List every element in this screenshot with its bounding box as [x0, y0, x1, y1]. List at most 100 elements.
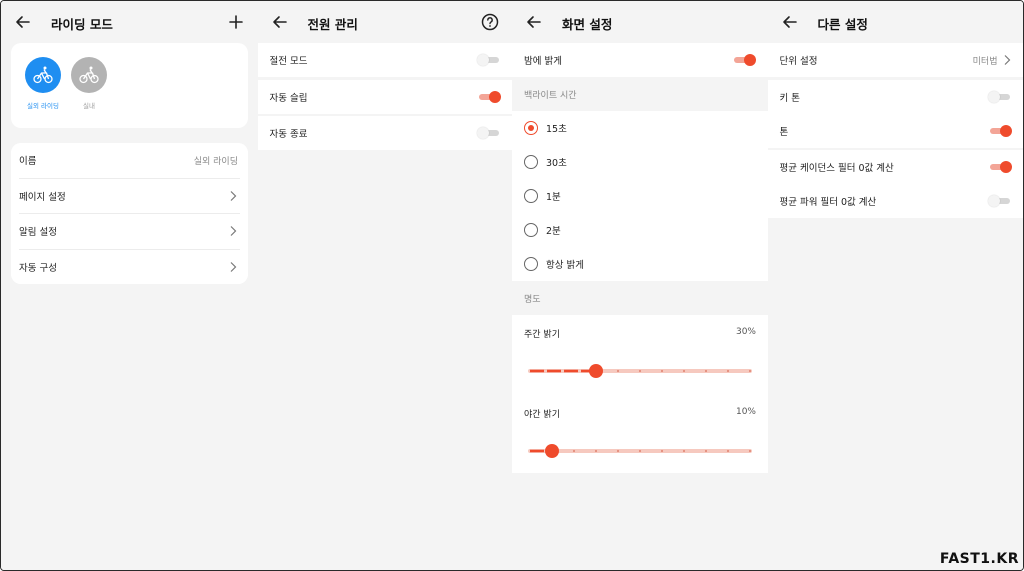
row-label: 키 톤 [779, 93, 801, 104]
radio-option[interactable]: 15초 [512, 111, 768, 145]
key-tone-toggle[interactable] [987, 91, 1012, 103]
back-arrow-icon[interactable] [13, 12, 33, 32]
slider-tick [748, 369, 752, 373]
row-label: 자동 종료 [269, 129, 308, 140]
radio-option[interactable]: 2분 [512, 213, 768, 247]
slider-tick [726, 369, 730, 373]
option-label: 1분 [546, 192, 561, 203]
slider-thumb[interactable] [545, 444, 559, 458]
night-brightness: 야간 밝기 10% [512, 395, 768, 475]
auto-shutdown-toggle[interactable] [476, 127, 501, 139]
option-label: 2분 [546, 226, 561, 237]
filter-group: 평균 케이던스 필터 0값 계산 평균 파워 필터 0값 계산 [767, 150, 1023, 218]
row-label: 알림 설정 [19, 227, 57, 239]
slider-tick [638, 449, 642, 453]
header: 전원 관리 [257, 1, 512, 43]
slider-tick [660, 449, 664, 453]
chevron-right-icon [230, 261, 237, 272]
header: 다른 설정 [767, 1, 1023, 43]
slider-value: 10% [735, 407, 756, 417]
night-bright-toggle[interactable] [732, 54, 756, 66]
night-bright-row[interactable]: 밤에 밝게 [512, 43, 768, 77]
bike-icon [71, 57, 107, 93]
radio-option[interactable]: 1분 [512, 179, 768, 213]
mode-selector-card: 실외 라이딩 실내 [11, 43, 248, 128]
auto-shutdown-row[interactable]: 자동 종료 [257, 116, 512, 150]
slider-tick [660, 369, 664, 373]
help-icon[interactable] [480, 12, 500, 32]
slider-thumb[interactable] [589, 364, 603, 378]
row-label: 자동 슬립 [269, 93, 308, 104]
row-value: 실외 라이딩 [193, 156, 238, 167]
row-label: 밤에 밝게 [524, 56, 562, 67]
row-label: 자동 구성 [19, 262, 57, 274]
row-label: 평균 케이던스 필터 0값 계산 [779, 163, 894, 174]
page-title: 전원 관리 [307, 17, 358, 32]
power-panel: 전원 관리 절전 모드 자동 슬립 자동 종료 [257, 1, 512, 570]
mode-outdoor[interactable]: 실외 라이딩 [23, 57, 63, 110]
app-window: 라이딩 모드 실외 라이딩 실내 이름 실외 라이딩 페이지 설정 알림 설정 … [0, 0, 1024, 571]
radio-option[interactable]: 항상 밝게 [512, 247, 768, 281]
back-arrow-icon[interactable] [780, 12, 800, 32]
slider-tick [572, 449, 576, 453]
watermark: FAST1.KR [939, 551, 1019, 567]
brightness-card: 주간 밝기 30% 야간 밝기 10% [512, 315, 768, 473]
auto-sleep-row[interactable]: 자동 슬립 [257, 80, 512, 114]
add-icon[interactable] [226, 12, 246, 32]
option-label: 항상 밝게 [546, 260, 584, 271]
power-saving-row[interactable]: 절전 모드 [257, 43, 512, 77]
auto-sleep-toggle[interactable] [477, 91, 501, 103]
radio-button[interactable] [524, 155, 538, 169]
slider-tick [616, 369, 620, 373]
slider-tick [704, 369, 708, 373]
row-label: 이름 [19, 156, 37, 168]
chevron-right-icon [230, 190, 237, 201]
slider-tick [682, 369, 686, 373]
day-brightness-slider[interactable] [524, 361, 756, 381]
tone-row[interactable]: 톤 [767, 114, 1023, 148]
mode-indoor[interactable]: 실내 [69, 57, 109, 110]
power-filter-row[interactable]: 평균 파워 필터 0값 계산 [767, 184, 1023, 218]
cadence-filter-toggle[interactable] [988, 161, 1012, 173]
radio-button[interactable] [524, 223, 538, 237]
radio-button[interactable] [524, 189, 538, 203]
option-label: 30초 [546, 158, 567, 169]
slider-tick [748, 449, 752, 453]
day-brightness: 주간 밝기 30% [512, 315, 768, 395]
slider-tick [726, 449, 730, 453]
riding-mode-panel: 라이딩 모드 실외 라이딩 실내 이름 실외 라이딩 페이지 설정 알림 설정 … [1, 1, 258, 570]
key-tone-row[interactable]: 키 톤 [767, 80, 1023, 114]
back-arrow-icon[interactable] [524, 12, 544, 32]
header: 라이딩 모드 [1, 1, 258, 43]
alert-settings-row[interactable]: 알림 설정 [11, 214, 248, 249]
auto-config-row[interactable]: 자동 구성 [11, 249, 248, 284]
slider-label: 야간 밝기 [524, 410, 560, 420]
back-arrow-icon[interactable] [270, 12, 290, 32]
section-header: 명도 [524, 294, 541, 305]
radio-button[interactable] [524, 121, 538, 135]
cadence-filter-row[interactable]: 평균 케이던스 필터 0값 계산 [767, 150, 1023, 184]
row-label: 절전 모드 [269, 56, 308, 67]
power-saving-toggle[interactable] [476, 54, 501, 66]
power-filter-toggle[interactable] [987, 195, 1012, 207]
slider-tick [594, 449, 598, 453]
other-settings-panel: 다른 설정 단위 설정 미터법 키 톤 톤 평균 케이던스 필터 0값 계산 평… [767, 1, 1023, 570]
page-title: 화면 설정 [562, 17, 613, 32]
page-settings-row[interactable]: 페이지 설정 [11, 178, 248, 213]
section-header: 백라이트 시간 [524, 90, 577, 101]
night-brightness-slider[interactable] [524, 441, 756, 461]
unit-row[interactable]: 단위 설정 미터법 [767, 43, 1023, 77]
tone-toggle[interactable] [988, 125, 1012, 137]
page-title: 라이딩 모드 [51, 17, 113, 32]
page-title: 다른 설정 [817, 17, 868, 32]
radio-option[interactable]: 30초 [512, 145, 768, 179]
name-row[interactable]: 이름 실외 라이딩 [11, 143, 248, 178]
slider-tick [638, 369, 642, 373]
slider-value: 30% [735, 327, 756, 337]
bike-icon [25, 57, 61, 93]
row-label: 톤 [779, 127, 789, 138]
radio-button[interactable] [524, 257, 538, 271]
slider-tick [616, 449, 620, 453]
row-value: 미터법 [972, 56, 998, 67]
display-panel: 화면 설정 밤에 밝게 백라이트 시간 15초 30초 1분 2분 항상 밝게 … [512, 1, 768, 570]
